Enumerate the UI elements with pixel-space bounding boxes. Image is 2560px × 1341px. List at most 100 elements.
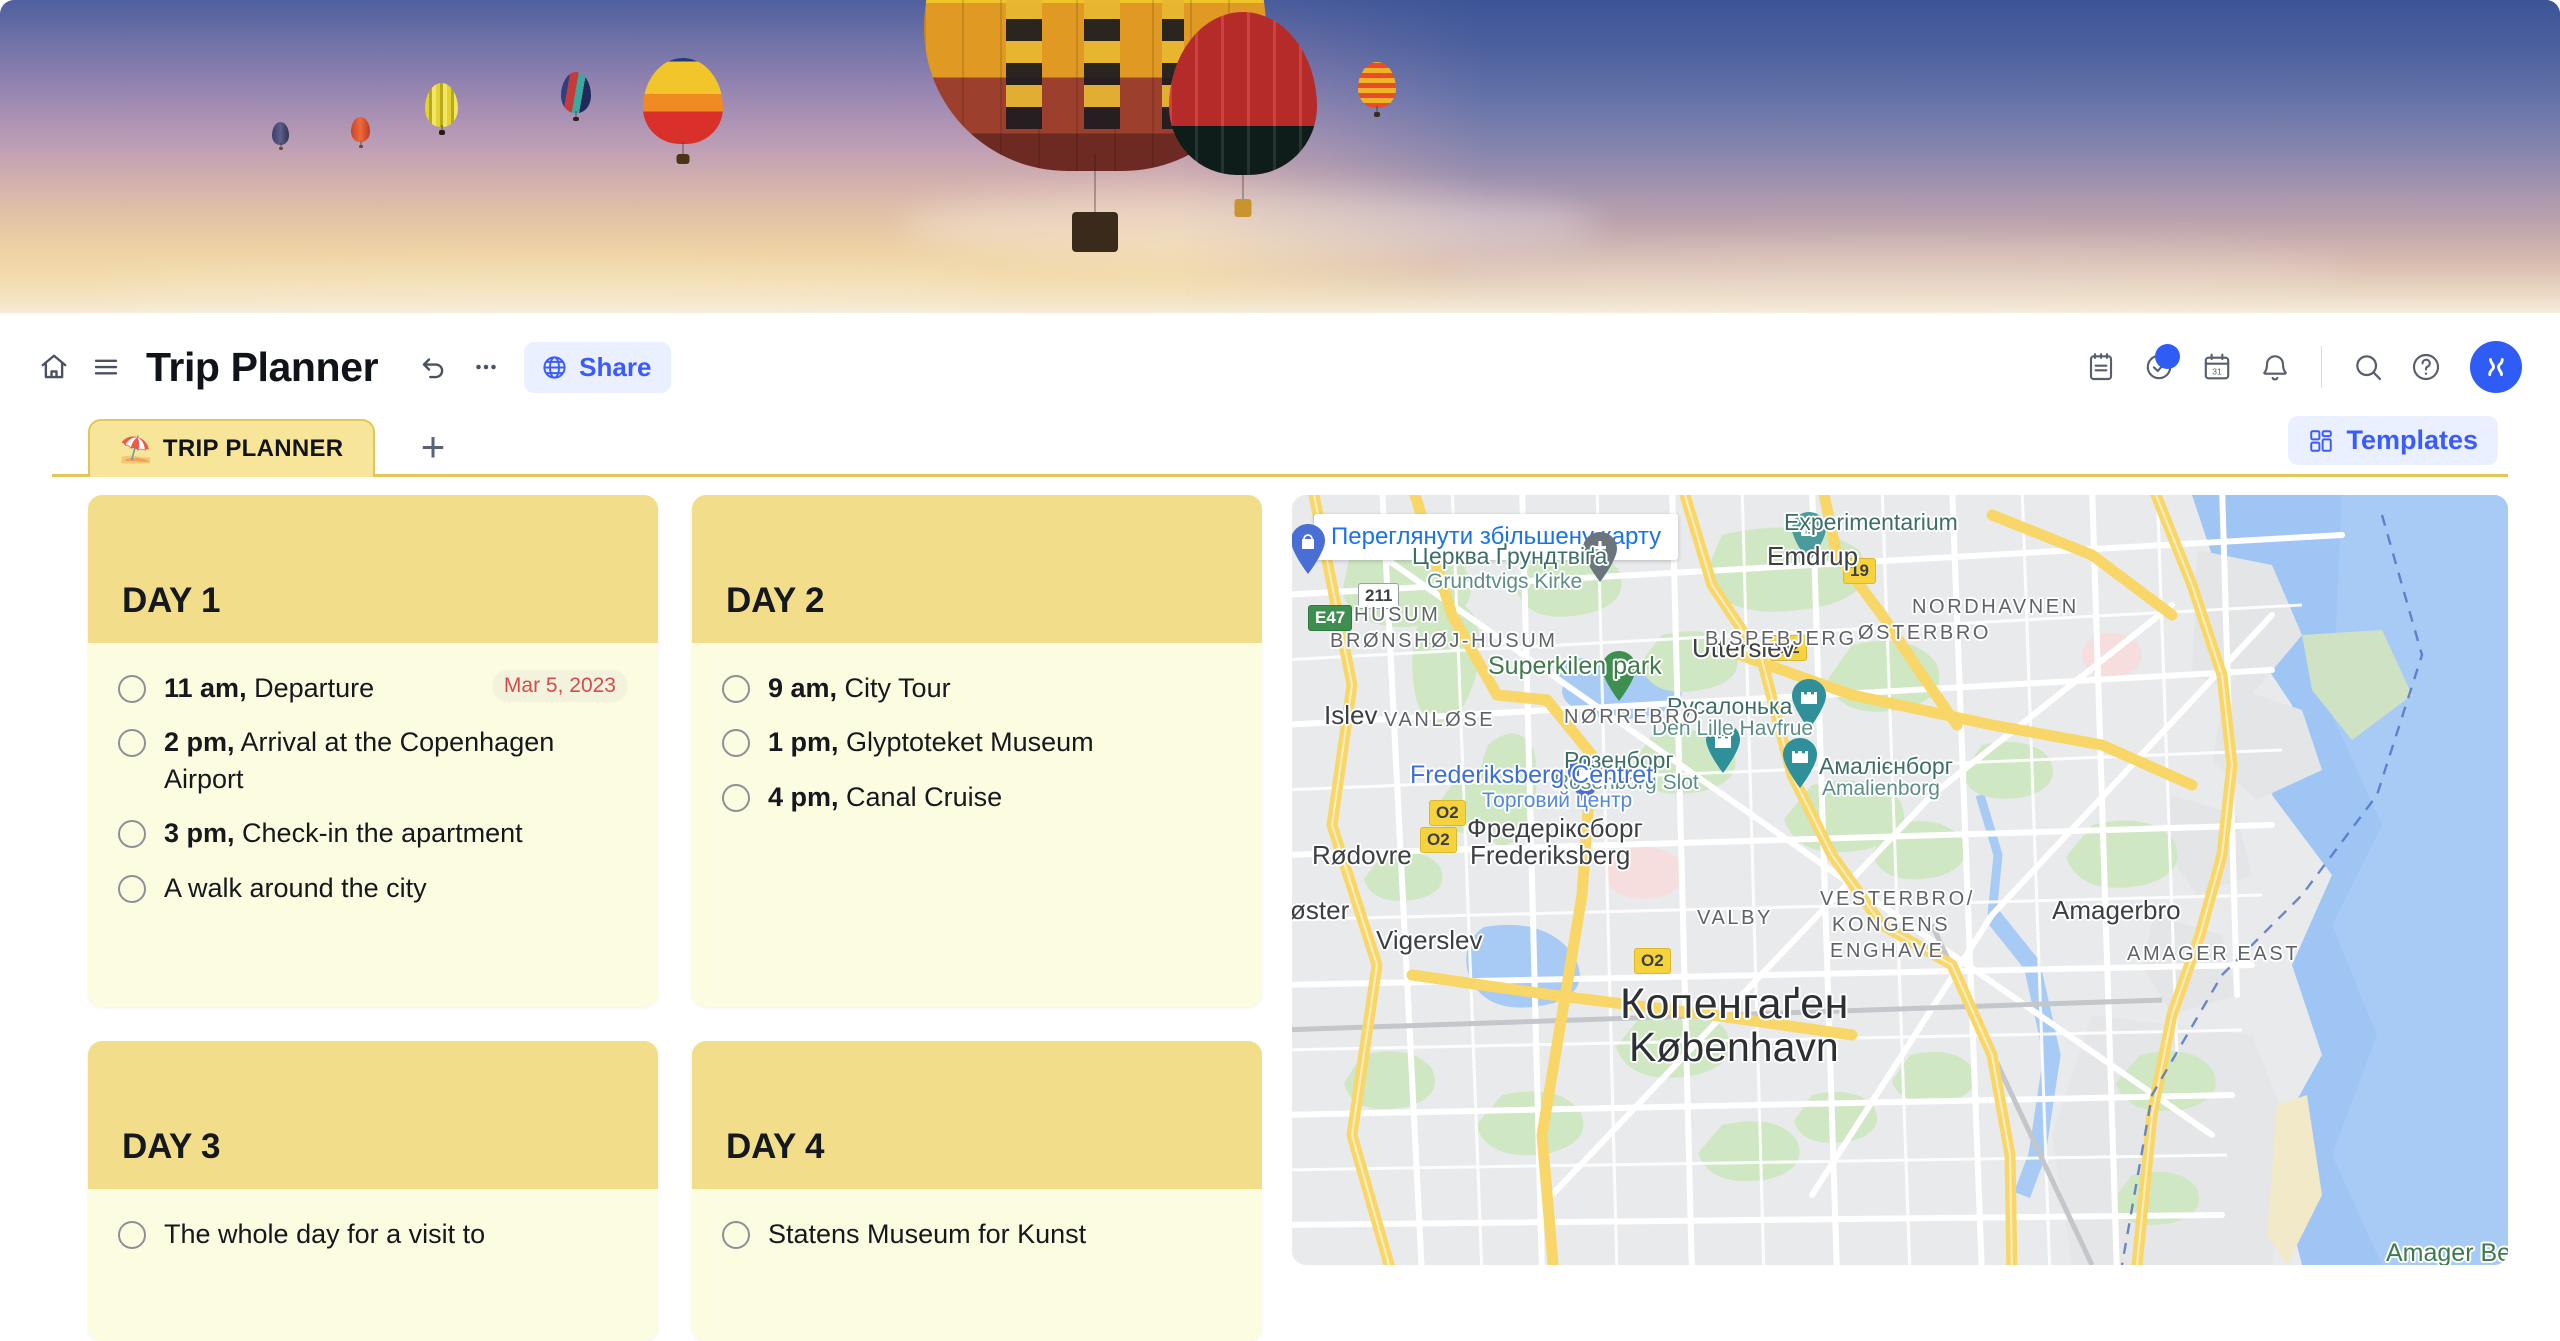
day-card-body: 11 am, Departure Mar 5, 2023 2 pm, Arriv… — [88, 643, 658, 935]
item-time: 11 am, — [164, 673, 247, 703]
list-item[interactable]: A walk around the city — [118, 861, 628, 915]
list-item-text: 9 am, City Tour — [768, 670, 951, 706]
list-item[interactable]: The whole day for a visit to — [118, 1207, 628, 1261]
road-shield-e47: E47 — [1308, 605, 1353, 631]
tasks-icon[interactable] — [2133, 341, 2185, 393]
main-content: DAY 1 11 am, Departure Mar 5, 2023 2 pm,… — [0, 481, 2560, 1341]
due-date-badge[interactable]: Mar 5, 2023 — [491, 670, 628, 702]
balloon-small-2 — [351, 117, 370, 148]
templates-label: Templates — [2346, 425, 2478, 455]
balloon-medium-yellow — [425, 83, 458, 137]
hamburger-menu-icon[interactable] — [80, 341, 132, 393]
share-button[interactable]: Share — [524, 341, 672, 393]
checkbox-circle-icon[interactable] — [722, 1221, 750, 1249]
list-item[interactable]: Statens Museum for Kunst — [722, 1207, 1232, 1261]
svg-text:31: 31 — [2212, 366, 2222, 376]
day-card[interactable]: DAY 3 The whole day for a visit to — [88, 1041, 658, 1341]
checkbox-circle-icon[interactable] — [118, 1221, 146, 1249]
cover-banner[interactable] — [0, 0, 2560, 313]
item-time: 1 pm, — [768, 727, 839, 758]
day-card[interactable]: DAY 2 9 am, City Tour 1 pm, Glyptoteket … — [692, 495, 1262, 1007]
map-zoom-link[interactable]: Переглянути збільшену карту — [1314, 514, 1679, 560]
item-time: 3 pm, — [164, 818, 235, 849]
templates-button[interactable]: Templates — [2288, 416, 2498, 465]
road-shield-211: 211 — [1358, 583, 1400, 609]
home-icon[interactable] — [28, 341, 80, 393]
tab-label: TRIP PLANNER — [162, 435, 344, 462]
toolbar-divider — [2321, 346, 2322, 388]
day-card-title: DAY 4 — [726, 1127, 825, 1166]
list-item[interactable]: 2 pm, Arrival at the Copenhagen Airport — [118, 715, 628, 806]
add-tab-button[interactable]: + — [404, 421, 462, 473]
item-label: Canal Cruise — [838, 781, 1003, 812]
item-label: Glyptoteket Museum — [838, 727, 1094, 758]
page-title[interactable]: Trip Planner — [146, 344, 379, 391]
templates-grid-icon — [2308, 428, 2334, 454]
road-shield-19: 19 — [1843, 558, 1876, 584]
checkbox-circle-icon[interactable] — [118, 874, 146, 903]
list-item-text: 3 pm, Check-in the apartment — [164, 815, 523, 851]
day-card[interactable]: DAY 4 Statens Museum for Kunst — [692, 1041, 1262, 1341]
tab-underline — [52, 474, 2508, 477]
balloon-large-yellow-red — [643, 58, 723, 164]
day-card-header: DAY 3 — [88, 1041, 658, 1189]
day-card[interactable]: DAY 1 11 am, Departure Mar 5, 2023 2 pm,… — [88, 495, 658, 1007]
item-label: Check-in the apartment — [234, 818, 523, 849]
globe-icon — [541, 354, 568, 381]
checkbox-circle-icon[interactable] — [722, 675, 750, 703]
day-card-header: DAY 1 — [88, 495, 658, 643]
list-item-text: 4 pm, Canal Cruise — [768, 779, 1002, 815]
day-card-title: DAY 1 — [122, 581, 221, 620]
list-item[interactable]: 11 am, Departure Mar 5, 2023 — [118, 661, 628, 715]
calendar-icon[interactable]: 31 — [2191, 341, 2243, 393]
user-avatar[interactable] — [2470, 341, 2522, 393]
checkbox-circle-icon[interactable] — [118, 675, 146, 703]
road-shield-o2: O2 — [1420, 827, 1457, 853]
item-label: Statens Museum for Kunst — [768, 1219, 1087, 1249]
item-time: 2 pm, — [164, 727, 235, 758]
road-shield-o2: O2 — [1634, 948, 1671, 974]
item-label: Departure — [246, 673, 375, 703]
item-label: A walk around the city — [164, 872, 427, 903]
list-item-text: A walk around the city — [164, 870, 427, 906]
search-icon[interactable] — [2342, 341, 2394, 393]
map-canvas — [1292, 495, 2508, 1265]
list-item-text: 2 pm, Arrival at the Copenhagen Airport — [164, 724, 594, 797]
list-item-text: 11 am, Departure — [164, 670, 374, 706]
item-time: 4 pm, — [768, 781, 839, 812]
help-icon[interactable] — [2400, 341, 2452, 393]
road-shield-o2: O2 — [1770, 635, 1807, 661]
tab-trip-planner[interactable]: ⛱️ TRIP PLANNER — [88, 419, 375, 477]
item-time: 9 am, — [768, 673, 838, 703]
list-item[interactable]: 3 pm, Check-in the apartment — [118, 806, 628, 860]
balloon-small-1 — [272, 122, 289, 150]
share-label: Share — [579, 351, 652, 382]
notifications-bell-icon[interactable] — [2249, 341, 2301, 393]
list-item[interactable]: 1 pm, Glyptoteket Museum — [722, 715, 1232, 769]
list-item-text: Statens Museum for Kunst — [768, 1216, 1086, 1252]
list-item[interactable]: 9 am, City Tour — [722, 661, 1232, 715]
app-body: Trip Planner Share 31 ⛱️ TRIP PLANNER + … — [0, 313, 2560, 1341]
checkbox-circle-icon[interactable] — [722, 783, 750, 812]
notepad-icon[interactable] — [2075, 341, 2127, 393]
cloud-wisp — [1450, 240, 2350, 300]
checkbox-circle-icon[interactable] — [118, 729, 146, 758]
day-card-body: 9 am, City Tour 1 pm, Glyptoteket Museum… — [692, 643, 1262, 844]
notification-badge — [2155, 344, 2180, 369]
day-card-header: DAY 2 — [692, 495, 1262, 643]
map-widget[interactable]: Переглянути збільшену карту E47 211 19 O… — [1292, 495, 2508, 1265]
checkbox-circle-icon[interactable] — [118, 820, 146, 849]
item-label: City Tour — [837, 673, 951, 703]
more-options-icon[interactable] — [460, 341, 512, 393]
balloon-medium-multicolor — [561, 72, 591, 122]
list-item-text: 1 pm, Glyptoteket Museum — [768, 724, 1094, 760]
top-toolbar: Trip Planner Share 31 — [0, 313, 2560, 421]
list-item[interactable]: 4 pm, Canal Cruise — [722, 770, 1232, 824]
checkbox-circle-icon[interactable] — [722, 729, 750, 758]
item-label: The whole day for a visit to — [164, 1219, 486, 1249]
balloon-big-red — [1169, 12, 1317, 227]
undo-icon[interactable] — [408, 341, 460, 393]
tab-bar: ⛱️ TRIP PLANNER + Templates — [0, 416, 2560, 477]
day-card-body: Statens Museum for Kunst — [692, 1189, 1262, 1281]
day-card-title: DAY 3 — [122, 1127, 221, 1166]
